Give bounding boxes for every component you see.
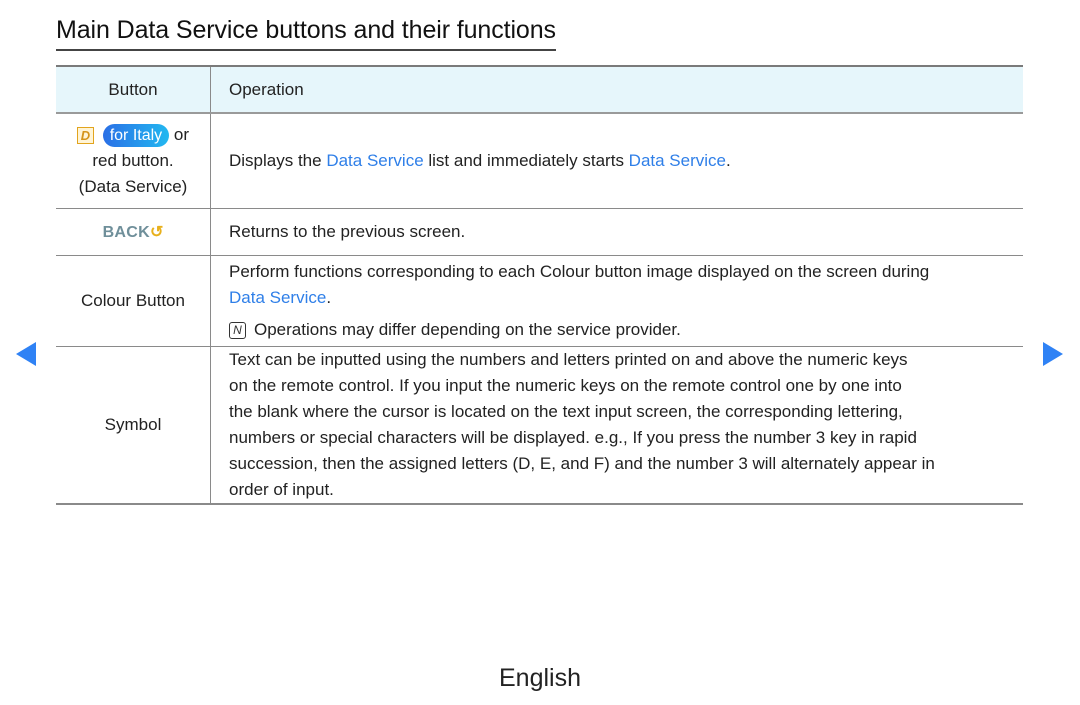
operation-text: . [326, 288, 332, 307]
button-or-text: or [173, 125, 190, 144]
button-cell-data-service: D for Italy or red button. (Data Service… [56, 112, 211, 209]
operation-line: Data Service. [229, 285, 1023, 311]
operation-cell-colour: Perform functions corresponding to each … [210, 255, 1023, 347]
operation-line: numbers or special characters will be di… [229, 428, 917, 447]
page-title: Main Data Service buttons and their func… [56, 16, 556, 51]
table-row: Colour Button Perform functions correspo… [56, 255, 1023, 347]
button-cell-symbol: Symbol [56, 346, 211, 505]
button-line-3: (Data Service) [78, 177, 188, 196]
button-line-1: D for Italy or [56, 122, 210, 148]
return-arrow-icon: ↺ [150, 224, 164, 241]
table-row: BACK↺ Returns to the previous screen. [56, 208, 1023, 256]
table-row: Symbol Text can be inputted using the nu… [56, 346, 1023, 505]
button-cell-colour: Colour Button [56, 255, 211, 347]
button-line-2: red button. [92, 151, 174, 170]
buttons-functions-table: Button Operation D for Italy or red butt… [56, 65, 1023, 505]
note-line: N Operations may differ depending on the … [229, 317, 1023, 343]
operation-cell-symbol: Text can be inputted using the numbers a… [210, 346, 1023, 505]
language-label: English [499, 664, 581, 692]
table-row: D for Italy or red button. (Data Service… [56, 112, 1023, 209]
note-icon: N [229, 322, 246, 340]
table-header-row: Button Operation [56, 65, 1023, 114]
back-button-label: BACK [102, 224, 150, 241]
operation-line: succession, then the assigned letters (D… [229, 454, 935, 473]
operation-line: on the remote control. If you input the … [229, 376, 902, 395]
header-button: Button [56, 65, 211, 114]
data-service-link: Data Service [326, 151, 424, 170]
data-service-link: Data Service [628, 151, 726, 170]
operation-text: Displays the [229, 151, 327, 170]
operation-text: list and immediately starts [423, 151, 629, 170]
operation-line: order of input. [229, 480, 334, 499]
d-button-icon: D [76, 127, 94, 145]
for-italy-badge: for Italy [102, 124, 170, 148]
operation-cell-back: Returns to the previous screen. [210, 208, 1023, 256]
operation-text: . [726, 151, 731, 170]
previous-page-arrow-icon[interactable] [16, 342, 36, 366]
button-cell-back: BACK↺ [56, 208, 211, 256]
operation-line: Text can be inputted using the numbers a… [229, 350, 908, 369]
note-text: Operations may differ depending on the s… [254, 320, 681, 339]
operation-line: the blank where the cursor is located on… [229, 402, 903, 421]
operation-line: Perform functions corresponding to each … [229, 262, 930, 281]
data-service-link: Data Service [229, 288, 327, 307]
operation-cell-data-service: Displays the Data Service list and immed… [210, 112, 1023, 209]
header-operation: Operation [210, 65, 1023, 114]
next-page-arrow-icon[interactable] [1043, 342, 1063, 366]
